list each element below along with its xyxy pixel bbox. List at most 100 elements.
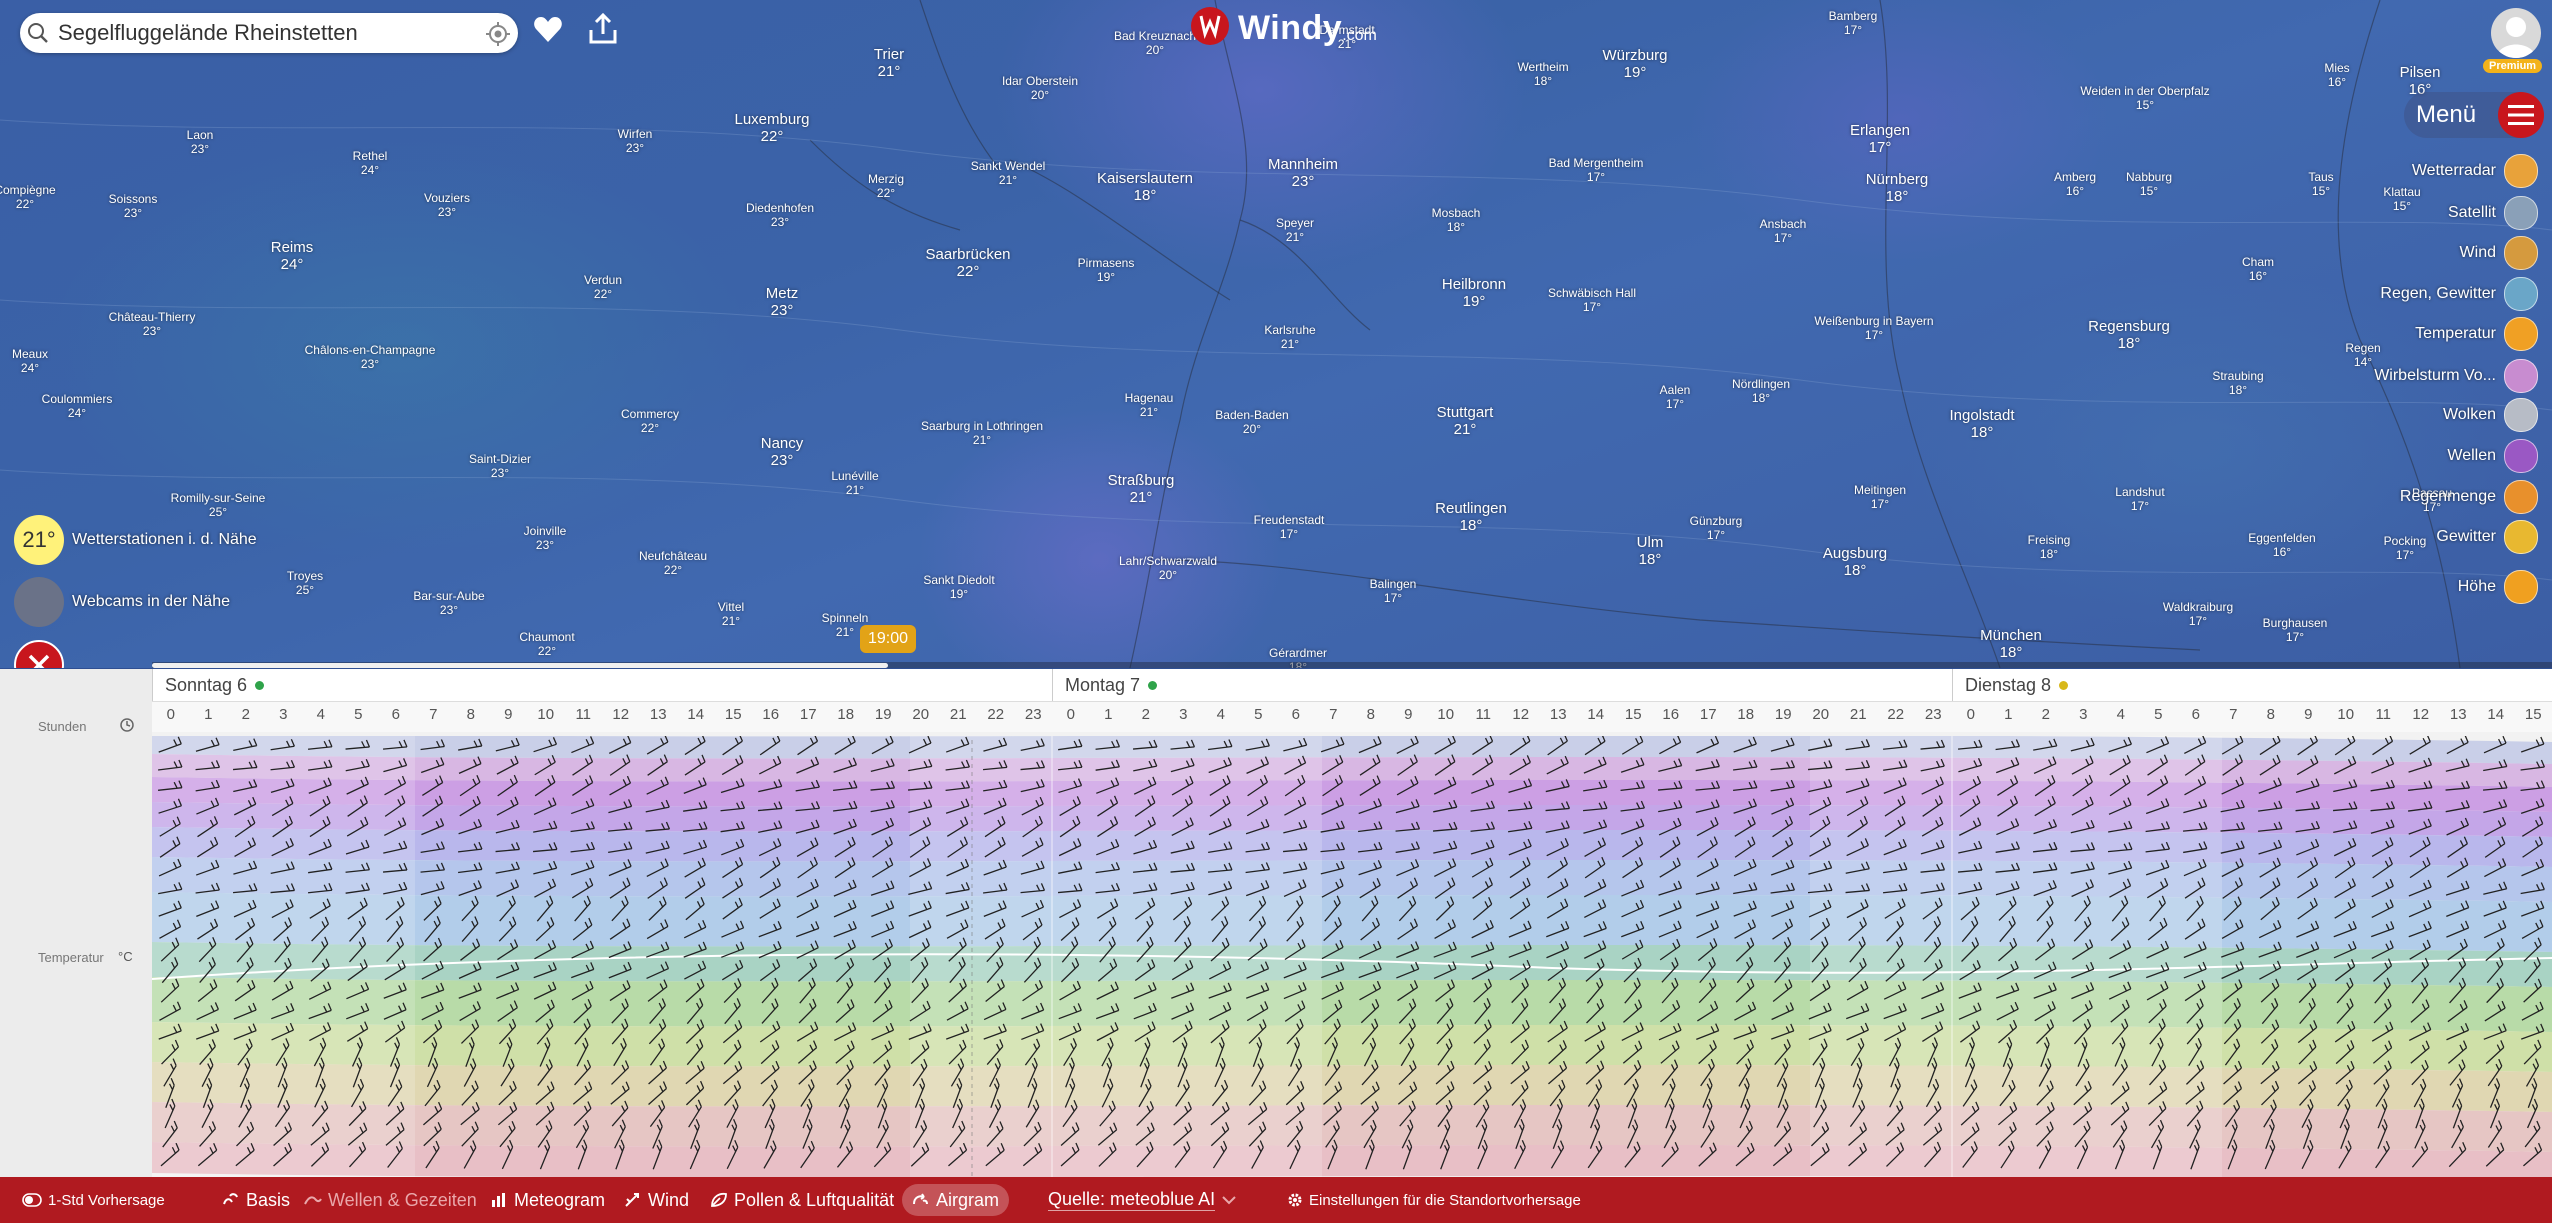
city-label[interactable]: Idar Oberstein 20° bbox=[1002, 74, 1078, 103]
layer-gewitter[interactable]: Gewitter bbox=[2436, 520, 2538, 554]
city-label[interactable]: Hagenau 21° bbox=[1125, 391, 1174, 420]
tab-wind[interactable]: Wind bbox=[624, 1177, 689, 1223]
city-label[interactable]: Taus 15° bbox=[2308, 170, 2333, 199]
city-label[interactable]: Bad Mergentheim 17° bbox=[1549, 156, 1644, 185]
city-label[interactable]: Landshut 17° bbox=[2115, 485, 2164, 514]
layer-satellit[interactable]: Satellit bbox=[2448, 196, 2538, 230]
layer-wetterradar[interactable]: Wetterradar bbox=[2412, 154, 2538, 188]
city-label[interactable]: Pocking 17° bbox=[2384, 534, 2427, 563]
hourly-toggle[interactable]: 1-Std Vorhersage bbox=[22, 1177, 165, 1223]
city-label[interactable]: Soissons 23° bbox=[109, 192, 158, 221]
city-label[interactable]: Nancy 23° bbox=[761, 435, 804, 470]
settings-link[interactable]: Einstellungen für die Standortvorhersage bbox=[1287, 1177, 1581, 1223]
layer-temperatur[interactable]: Temperatur bbox=[2415, 317, 2538, 351]
tab-pollen[interactable]: Pollen & Luftqualität bbox=[710, 1177, 894, 1223]
city-label[interactable]: München 18° bbox=[1980, 627, 2042, 662]
share-icon[interactable] bbox=[586, 12, 620, 51]
city-label[interactable]: Amberg 16° bbox=[2054, 170, 2096, 199]
city-label[interactable]: Waldkraiburg 17° bbox=[2163, 600, 2233, 629]
time-badge[interactable]: 19:00 bbox=[860, 625, 916, 653]
city-label[interactable]: Pirmasens 19° bbox=[1078, 256, 1135, 285]
city-label[interactable]: Commercy 22° bbox=[621, 407, 679, 436]
city-label[interactable]: Bar-sur-Aube 23° bbox=[413, 589, 484, 618]
city-label[interactable]: Wirfen 23° bbox=[618, 127, 653, 156]
city-label[interactable]: Chaumont 22° bbox=[519, 630, 574, 659]
city-label[interactable]: Cham 16° bbox=[2242, 255, 2274, 284]
weather-map[interactable]: Trier 21° Luxemburg 22° Idar Oberstein 20° Bad… bbox=[0, 0, 2552, 668]
weather-stations-button[interactable]: 21° Wetterstationen i. d. Nähe bbox=[14, 515, 257, 565]
city-label[interactable]: Nördlingen 18° bbox=[1732, 377, 1790, 406]
city-label[interactable]: Augsburg 18° bbox=[1823, 545, 1887, 580]
city-label[interactable]: Ansbach 17° bbox=[1760, 217, 1807, 246]
timeline-slider[interactable] bbox=[152, 662, 2552, 668]
city-label[interactable]: Châlons-en-Champagne 23° bbox=[305, 343, 436, 372]
city-label[interactable]: Aalen 17° bbox=[1660, 383, 1691, 412]
layer-höhe[interactable]: Höhe bbox=[2458, 570, 2538, 604]
city-label[interactable]: Meaux 24° bbox=[12, 347, 48, 376]
city-label[interactable]: Lahr/Schwarzwald 20° bbox=[1119, 554, 1217, 583]
layer-wirbelsturm-vo[interactable]: Wirbelsturm Vo... bbox=[2374, 359, 2538, 393]
layer-wind[interactable]: Wind bbox=[2460, 236, 2538, 270]
day-label[interactable]: Montag 7 bbox=[1052, 669, 1158, 701]
search-bar[interactable] bbox=[20, 13, 518, 53]
favorite-heart-icon[interactable] bbox=[532, 14, 564, 51]
city-label[interactable]: Karlsruhe 21° bbox=[1264, 323, 1315, 352]
city-label[interactable]: Rethel 24° bbox=[353, 149, 388, 178]
layer-regenmenge[interactable]: Regenmenge bbox=[2400, 480, 2538, 514]
city-label[interactable]: Meitingen 17° bbox=[1854, 483, 1906, 512]
city-label[interactable]: Speyer 21° bbox=[1276, 216, 1314, 245]
city-label[interactable]: Château-Thierry 23° bbox=[109, 310, 196, 339]
city-label[interactable]: Günzburg 17° bbox=[1690, 514, 1743, 543]
clock-icon[interactable] bbox=[120, 718, 134, 737]
city-label[interactable]: Merzig 22° bbox=[868, 172, 904, 201]
city-label[interactable]: Balingen 17° bbox=[1370, 577, 1417, 606]
city-label[interactable]: Diedenhofen 23° bbox=[746, 201, 814, 230]
city-label[interactable]: Neufchâteau 22° bbox=[639, 549, 707, 578]
city-label[interactable]: Burghausen 17° bbox=[2263, 616, 2328, 645]
tab-waves[interactable]: Wellen & Gezeiten bbox=[304, 1177, 477, 1223]
city-label[interactable]: Wertheim 18° bbox=[1517, 60, 1568, 89]
city-label[interactable]: Freising 18° bbox=[2028, 533, 2071, 562]
city-label[interactable]: Regensburg 18° bbox=[2088, 318, 2170, 353]
city-label[interactable]: Straubing 18° bbox=[2212, 369, 2263, 398]
city-label[interactable]: Nürnberg 18° bbox=[1866, 171, 1929, 206]
day-label[interactable]: Dienstag 8 bbox=[1952, 669, 2069, 701]
city-label[interactable]: Reutlingen 18° bbox=[1435, 500, 1507, 535]
city-label[interactable]: Straßburg 21° bbox=[1108, 472, 1175, 507]
city-label[interactable]: Würzburg 19° bbox=[1602, 47, 1667, 82]
layer-regen-gewitter[interactable]: Regen, Gewitter bbox=[2380, 277, 2538, 311]
city-label[interactable]: Klattau 15° bbox=[2383, 185, 2420, 214]
city-label[interactable]: Saint-Dizier 23° bbox=[469, 452, 531, 481]
city-label[interactable]: Lunéville 21° bbox=[831, 469, 878, 498]
city-label[interactable]: Kaiserslautern 18° bbox=[1097, 170, 1193, 205]
city-label[interactable]: Nabburg 15° bbox=[2126, 170, 2172, 199]
city-label[interactable]: Joinville 23° bbox=[524, 524, 567, 553]
city-label[interactable]: Trier 21° bbox=[874, 46, 904, 81]
premium-badge[interactable]: Premium bbox=[2483, 59, 2543, 73]
city-label[interactable]: Metz 23° bbox=[766, 285, 799, 320]
city-label[interactable]: Freudenstadt 17° bbox=[1254, 513, 1325, 542]
temperature-unit[interactable]: °C bbox=[118, 949, 133, 964]
user-avatar[interactable] bbox=[2491, 8, 2541, 58]
city-label[interactable]: Ingolstadt 18° bbox=[1949, 407, 2014, 442]
layer-wolken[interactable]: Wolken bbox=[2443, 398, 2538, 432]
tab-meteogram[interactable]: Meteogram bbox=[490, 1177, 605, 1223]
day-label[interactable]: Sonntag 6 bbox=[152, 669, 265, 701]
city-label[interactable]: Baden-Baden 20° bbox=[1215, 408, 1288, 437]
city-label[interactable]: Mosbach 18° bbox=[1432, 206, 1481, 235]
city-label[interactable]: Erlangen 17° bbox=[1850, 122, 1910, 157]
city-label[interactable]: Mies 16° bbox=[2324, 61, 2349, 90]
city-label[interactable]: Sankt Wendel 21° bbox=[971, 159, 1046, 188]
city-label[interactable]: Reims 24° bbox=[271, 239, 314, 274]
city-label[interactable]: Vittel 21° bbox=[718, 600, 744, 629]
tab-airgram[interactable]: Airgram bbox=[902, 1184, 1010, 1216]
city-label[interactable]: Bamberg 17° bbox=[1829, 9, 1878, 38]
city-label[interactable]: Bad Kreuznach 20° bbox=[1114, 29, 1196, 58]
tab-basis[interactable]: Basis bbox=[222, 1177, 290, 1223]
city-label[interactable]: Vouziers 23° bbox=[424, 191, 470, 220]
webcams-button[interactable]: Webcams in der Nähe bbox=[14, 577, 230, 627]
city-label[interactable]: Laon 23° bbox=[187, 128, 214, 157]
city-label[interactable]: Saarburg in Lothringen 21° bbox=[921, 419, 1043, 448]
city-label[interactable]: Ulm 18° bbox=[1637, 534, 1664, 569]
city-label[interactable]: Compiègne 22° bbox=[0, 183, 56, 212]
